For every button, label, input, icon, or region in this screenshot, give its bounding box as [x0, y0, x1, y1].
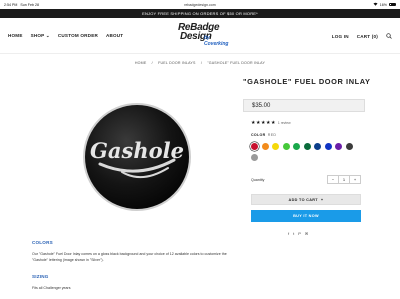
star-icon: ★ [260, 120, 266, 126]
chevron-down-icon: ⌄ [45, 33, 50, 38]
colors-heading: COLORS [32, 240, 53, 245]
main-nav: HOME SHOP ⌄ CUSTOM ORDER ABOUT [8, 33, 123, 39]
site-header: HOME SHOP ⌄ CUSTOM ORDER ABOUT ReBadge D… [0, 18, 400, 54]
breadcrumb-category[interactable]: FUEL DOOR INLAYS [158, 61, 196, 65]
color-option-label: COLOR RED [251, 133, 276, 137]
color-swatches [251, 143, 361, 161]
nav-shop[interactable]: SHOP ⌄ [31, 33, 50, 39]
qty-input[interactable]: 1 [338, 176, 350, 183]
nav-about[interactable]: ABOUT [106, 33, 123, 39]
site-logo[interactable]: ReBadge Design by Coverking [174, 22, 234, 48]
buy-now-label: BUY IT NOW [293, 214, 319, 218]
breadcrumb-current: "GASHOLE" FUEL DOOR INLAY [207, 61, 266, 65]
price-box: $35.00 [243, 99, 365, 112]
product-image-lettering: Gashole [90, 138, 184, 163]
url-text: rebadgedesign.com [184, 2, 216, 7]
breadcrumb: HOME / FUEL DOOR INLAYS / "GASHOLE" FUEL… [0, 61, 400, 65]
breadcrumb-separator: / [151, 61, 153, 65]
color-swatch[interactable] [282, 143, 290, 150]
email-icon[interactable]: ✉ [305, 231, 308, 236]
product-image-art: Gashole [83, 103, 191, 211]
color-swatch[interactable] [293, 143, 300, 150]
twitter-icon[interactable]: t [293, 231, 294, 236]
color-swatch[interactable] [272, 143, 279, 150]
color-swatch[interactable] [261, 143, 269, 150]
color-swatch[interactable] [314, 143, 321, 150]
star-icon: ★ [270, 120, 276, 126]
logo-line-3: by Coverking [204, 35, 229, 47]
star-icon: ★ [251, 120, 256, 126]
quantity-label: Quantity [251, 178, 265, 182]
share-links: f t P ✉ [288, 231, 308, 236]
star-icon: ★ [265, 120, 271, 126]
product-image[interactable]: Gashole [82, 102, 192, 212]
color-swatch[interactable] [251, 153, 258, 161]
product-title: "GASHOLE" FUEL DOOR INLAY [243, 77, 371, 86]
login-link[interactable]: LOG IN [332, 34, 349, 39]
color-swatch[interactable] [324, 143, 332, 150]
sizing-description: Fits all Challenger years [32, 286, 71, 290]
breadcrumb-home[interactable]: HOME [135, 61, 147, 65]
star-icon: ★ [255, 120, 261, 126]
colors-description: Our "Gashole" Fuel Door Inlay comes on a… [32, 252, 227, 262]
add-to-cart-button[interactable]: ADD TO CART + [251, 194, 361, 205]
add-to-cart-label: ADD TO CART [288, 197, 318, 202]
plus-icon: + [320, 197, 324, 202]
buy-now-button[interactable]: BUY IT NOW [251, 210, 361, 222]
promo-banner: ENJOY FREE SHIPPING ON ORDERS OF $50 OR … [0, 9, 400, 18]
sizing-heading: SIZING [32, 274, 49, 279]
battery-icon [389, 2, 396, 7]
review-count: 1 review [277, 121, 291, 125]
product-price: $35.00 [252, 103, 271, 109]
color-swatch[interactable] [345, 143, 353, 150]
color-selected-value: RED [267, 133, 277, 137]
account-nav: LOG IN CART (0) [332, 33, 392, 40]
color-swatch[interactable] [303, 143, 311, 150]
qty-plus-button[interactable]: + [350, 177, 360, 182]
color-label: COLOR [251, 133, 266, 137]
cart-link[interactable]: CART (0) [357, 34, 378, 39]
rating[interactable]: ★ ★ ★ ★ ★ 1 review [251, 120, 291, 126]
pinterest-icon[interactable]: P [298, 231, 301, 236]
search-icon[interactable] [386, 33, 392, 40]
nav-shop-label: SHOP [30, 33, 45, 38]
qty-minus-button[interactable]: − [328, 177, 338, 182]
color-swatch[interactable] [335, 143, 342, 150]
nav-home[interactable]: HOME [8, 33, 23, 39]
nav-custom-order[interactable]: CUSTOM ORDER [58, 33, 98, 39]
breadcrumb-separator: / [200, 61, 203, 65]
color-swatch[interactable] [251, 143, 258, 150]
status-bar: 2:54 PM Sun Feb 28 rebadgedesign.com 16% [0, 0, 400, 9]
promo-text: ENJOY FREE SHIPPING ON ORDERS OF $50 OR … [142, 11, 258, 16]
facebook-icon[interactable]: f [288, 231, 289, 236]
url-bar[interactable]: rebadgedesign.com [0, 3, 400, 7]
quantity-stepper: − 1 + [327, 175, 361, 184]
